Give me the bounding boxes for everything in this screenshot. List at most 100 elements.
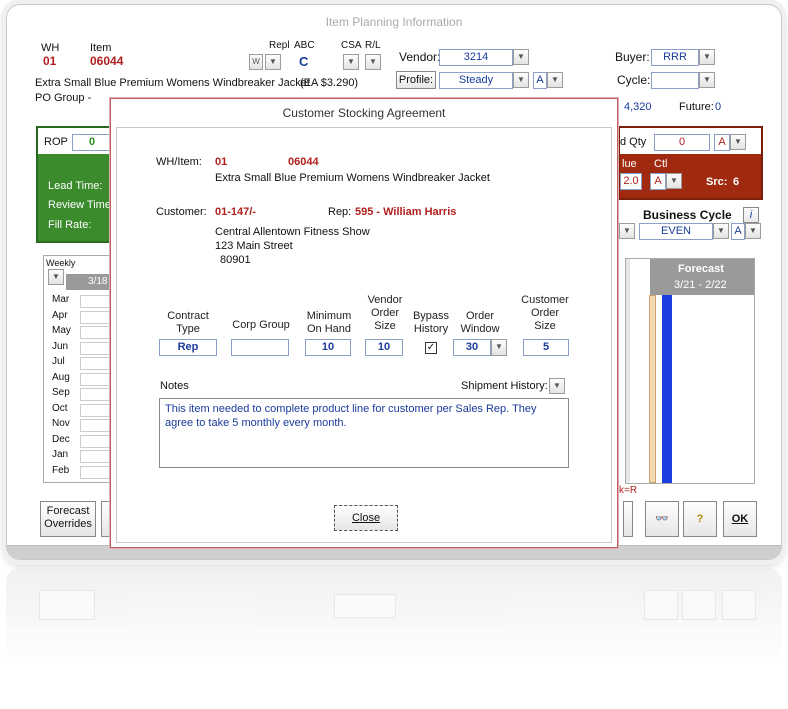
- lead-time-label: Lead Time:: [48, 180, 103, 192]
- cycle-field[interactable]: [651, 72, 699, 89]
- profile-field[interactable]: Steady: [439, 72, 513, 89]
- onhand-value: 4,320: [624, 101, 652, 113]
- future-value: 0: [715, 101, 722, 113]
- dialog-item-value: 06044: [288, 156, 319, 168]
- repl-dropdown[interactable]: ▼: [265, 54, 281, 70]
- buyer-field[interactable]: RRR: [651, 49, 699, 66]
- business-cycle-flag[interactable]: A: [731, 223, 745, 240]
- customer-label: Customer:: [156, 206, 207, 218]
- info-icon[interactable]: i: [743, 207, 759, 223]
- tan-bar: [649, 295, 656, 483]
- reflection-ok-button: [722, 590, 756, 620]
- src-value: 6: [733, 176, 740, 188]
- fill-rate-label: Fill Rate:: [48, 219, 92, 231]
- ctl-flag[interactable]: A: [650, 173, 666, 190]
- month-label: Feb: [52, 464, 70, 476]
- close-button[interactable]: Close: [334, 505, 398, 531]
- rl-dropdown[interactable]: ▼: [365, 54, 381, 70]
- order-qty-field[interactable]: 0: [654, 134, 710, 151]
- vendor-order-size-field[interactable]: 10: [365, 339, 403, 356]
- vendor-dropdown[interactable]: ▼: [513, 49, 529, 65]
- month-label: Oct: [52, 402, 68, 414]
- ok-button[interactable]: OK: [723, 501, 757, 537]
- blue-bar: [662, 295, 672, 483]
- dialog-title: Customer Stocking Agreement: [111, 99, 617, 127]
- dialog-wh-value: 01: [215, 156, 228, 168]
- customer-value: 01-147/-: [215, 206, 256, 218]
- lead-time-panel: ROP 0 Lead Time: Review Time Fill Rate:: [36, 126, 116, 243]
- weekly-dropdown[interactable]: ▼: [48, 269, 64, 285]
- review-time-label: Review Time: [48, 199, 111, 211]
- month-label: Aug: [52, 371, 70, 383]
- item-description: Extra Small Blue Premium Womens Windbrea…: [35, 77, 310, 89]
- address-line3: 80901: [220, 254, 251, 266]
- month-label: May: [52, 325, 71, 336]
- shipment-history-dropdown[interactable]: ▼: [549, 378, 565, 394]
- profile-flag-dropdown[interactable]: ▼: [547, 72, 563, 88]
- ctl-dropdown[interactable]: ▼: [666, 173, 682, 189]
- order-qty-panel: d Qty 0 A ▼ lue Ctl 2.0 A ▼ Src: 6: [618, 126, 763, 200]
- forecast-panel: Forecast 3/21 - 2/22: [625, 258, 755, 484]
- month-label: Mar: [52, 294, 70, 305]
- business-cycle-dropdown[interactable]: ▼: [713, 223, 729, 239]
- repl-value[interactable]: W: [249, 54, 263, 70]
- address-line1: Central Allentown Fitness Show: [215, 226, 370, 238]
- rep-label: Rep:: [328, 206, 352, 218]
- src-label: Src:: [706, 176, 728, 188]
- contract-type-field[interactable]: Rep: [159, 339, 217, 356]
- month-label: Apr: [52, 309, 68, 321]
- reflection-forecast-button: [39, 590, 95, 620]
- order-window-field[interactable]: 30: [453, 339, 491, 356]
- business-cycle-field[interactable]: EVEN: [639, 223, 713, 240]
- notes-textarea[interactable]: This item needed to complete product lin…: [159, 398, 569, 468]
- bypass-history-header: Bypass History: [412, 310, 450, 335]
- weekly-range: 3/18 -: [66, 274, 116, 290]
- forecast-overrides-button[interactable]: Forecast Overrides: [40, 501, 96, 537]
- buyer-dropdown[interactable]: ▼: [699, 49, 715, 65]
- item-label: Item: [90, 42, 112, 54]
- legend-fragment: k=R: [619, 485, 638, 496]
- repl-label: Repl: [269, 40, 290, 51]
- wh-item-label: WH/Item:: [156, 156, 202, 168]
- shipment-history-label: Shipment History:: [461, 380, 548, 392]
- glasses-icon[interactable]: 👓: [645, 501, 679, 537]
- dialog-item-description: Extra Small Blue Premium Womens Windbrea…: [215, 172, 490, 184]
- corp-group-header: Corp Group: [232, 319, 290, 331]
- order-qty-dropdown[interactable]: ▼: [730, 134, 746, 150]
- cycle-label: Cycle:: [617, 73, 651, 87]
- cycle-dropdown[interactable]: ▼: [699, 72, 715, 88]
- window-reflection: [6, 568, 782, 709]
- csa-label: CSA: [341, 40, 362, 51]
- uom-price: (EA $3.290): [300, 77, 359, 89]
- corp-group-field[interactable]: [231, 339, 289, 356]
- order-qty-flag[interactable]: A: [714, 134, 730, 151]
- value-field[interactable]: 2.0: [620, 173, 642, 190]
- partial-button-right[interactable]: [623, 501, 633, 537]
- address-line2: 123 Main Street: [215, 240, 293, 252]
- business-cycle-flag-dropdown[interactable]: ▼: [745, 223, 761, 239]
- customer-order-size-field[interactable]: 5: [523, 339, 569, 356]
- order-qty-label: d Qty: [620, 136, 647, 148]
- vendor-field[interactable]: 3214: [439, 49, 513, 66]
- profile-button[interactable]: Profile:: [396, 71, 436, 89]
- weekly-panel: Weekly ▼ 3/18 - Mar Apr May Jun Jul Aug Sep Oct…: [43, 255, 117, 483]
- rop-field[interactable]: 0: [72, 134, 112, 151]
- bypass-history-checkbox[interactable]: ✓: [425, 342, 437, 354]
- business-cycle-label: Business Cycle: [643, 208, 732, 222]
- business-cycle-left-dropdown[interactable]: ▼: [619, 223, 635, 239]
- order-window-dropdown[interactable]: ▼: [491, 339, 507, 356]
- future-label: Future:: [679, 101, 714, 113]
- help-icon[interactable]: ?: [683, 501, 717, 537]
- profile-dropdown[interactable]: ▼: [513, 72, 529, 88]
- rep-value: 595 - William Harris: [355, 206, 457, 218]
- reflection-close-button: [334, 594, 396, 618]
- month-label: Jun: [52, 340, 69, 352]
- forecast-range: 3/21 - 2/22: [674, 279, 727, 291]
- csa-dropdown[interactable]: ▼: [343, 54, 359, 70]
- profile-flag[interactable]: A: [533, 72, 547, 89]
- minimum-on-hand-field[interactable]: 10: [305, 339, 351, 356]
- order-window-header: Order Window: [460, 310, 500, 335]
- buyer-label: Buyer:: [615, 50, 650, 64]
- month-label: Jan: [52, 449, 69, 460]
- wh-label: WH: [41, 42, 60, 54]
